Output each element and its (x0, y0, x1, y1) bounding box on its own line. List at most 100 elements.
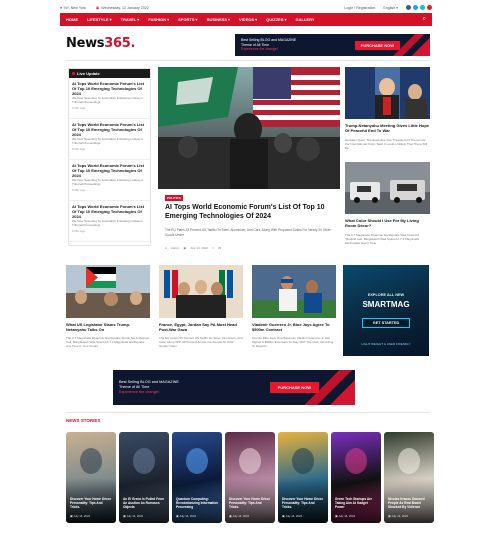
card-excerpt-1: The 3.7 Magnitude Myanmar Earthquake Str… (66, 336, 149, 348)
card-image-1[interactable] (66, 265, 150, 318)
nav-item-label: VIDEOS (239, 17, 255, 22)
nav-item-quizzes[interactable]: QUIZZES ▾ (266, 17, 286, 22)
live-item-excerpt: We Now Spending To Journalism Following … (72, 96, 143, 104)
nav-item-sports[interactable]: SPORTS ▾ (178, 17, 197, 22)
nav-item-home[interactable]: HOME (66, 17, 78, 22)
live-update-header: Live Update (69, 69, 150, 78)
news-story-card[interactable]: Discover Your Home Décor Personality: Ti… (66, 432, 116, 523)
card-title-2[interactable]: France, Egypt, Jordan Say PA Must Head P… (159, 322, 243, 332)
nav-item-travel[interactable]: TRAVEL ▾ (121, 17, 140, 22)
live-item-title[interactable]: AI Tops World Economic Forum's List Of T… (72, 81, 147, 96)
nav-item-business[interactable]: BUSINESS ▾ (207, 17, 230, 22)
live-item-title[interactable]: AI Tops World Economic Forum's List Of T… (72, 122, 147, 137)
right-article-title-1[interactable]: Trump-Netanyahu Meeting Gives Little Hop… (345, 123, 430, 133)
news-story-card[interactable]: Green Tech Startups Are Taking Aim At Ga… (331, 432, 381, 523)
banner-line3: Experience the change! (241, 47, 278, 52)
story-figure (345, 448, 367, 474)
social-icons (406, 5, 432, 10)
story-date: ▣ July 14, 2022 (176, 514, 197, 518)
story-date: ▣ July 14, 2022 (123, 514, 144, 518)
top-ad-banner[interactable]: Best Selling BLOG and MAGAZINE Theme of … (235, 34, 430, 56)
chevron-down-icon: ▾ (195, 17, 198, 22)
story-title[interactable]: Quantum Computing: Revolutionizing Infor… (176, 497, 219, 509)
facebook-icon[interactable] (406, 5, 411, 10)
story-title[interactable]: Discover Your Home Décor Personality: Ti… (229, 497, 272, 509)
youtube-icon[interactable] (427, 5, 432, 10)
search-icon[interactable]: ⌕ (423, 16, 426, 23)
right-article-image-1[interactable] (345, 67, 430, 119)
chevron-down-icon: ▾ (284, 17, 287, 22)
ad-line2: SMARTMAG (362, 300, 410, 309)
card-title-3[interactable]: Vladimir Guerrero Jr, Blue Jays Agree To… (252, 322, 336, 332)
news-stories-heading: NEWS STORIES (66, 418, 101, 423)
live-update-item[interactable]: AI Tops World Economic Forum's List Of T… (69, 119, 150, 160)
news-story-card[interactable]: Discover Your Home Décor Personality: Ti… (278, 432, 328, 523)
news-story-card[interactable]: Nicolas Krauss Stunned People As Real Mo… (384, 432, 434, 523)
nav-item-label: FASHION (148, 17, 167, 22)
story-title[interactable]: Nicolas Krauss Stunned People As Real Mo… (388, 497, 431, 509)
mid-ad-banner[interactable]: Best Selling BLOG and MAGAZINE Theme of … (113, 370, 355, 405)
story-date: ▣ July 14, 2022 (335, 514, 356, 518)
right-article-image-2[interactable] (345, 162, 430, 214)
right-article-excerpt-2: The 3.7 Magnitude Myanmar Earthquake Was… (345, 233, 420, 245)
live-dot-icon (72, 72, 75, 75)
vimeo-icon[interactable] (420, 5, 425, 10)
smartmag-ad[interactable]: EXPLORE ALL NEW SMARTMAG GET STARTED LIG… (343, 265, 429, 356)
language-select[interactable]: English ▾ (383, 6, 398, 10)
story-title[interactable]: Discover Your Home Décor Personality: Ti… (282, 497, 325, 509)
calendar-icon: ▣ (183, 246, 187, 250)
hero-comments[interactable]: 05 (218, 246, 221, 250)
nav-item-fashion[interactable]: FASHION ▾ (148, 17, 169, 22)
nav-item-lifestyle[interactable]: LIFESTYLE ▾ (87, 17, 112, 22)
hero-photo (158, 67, 340, 189)
story-date: ▣ July 14, 2022 (388, 514, 409, 518)
comment-icon: □ (212, 246, 214, 250)
live-item-excerpt: We Now Spending To Journalism Following … (72, 137, 143, 145)
hero-category-tag[interactable]: POLITICS (165, 195, 183, 201)
hero-author[interactable]: Admin (171, 246, 180, 250)
nav-item-gallery[interactable]: GALLERY (296, 17, 315, 22)
nav-item-label: TRAVEL (120, 17, 137, 22)
live-item-title[interactable]: AI Tops World Economic Forum's List Of T… (72, 204, 147, 219)
live-item-title[interactable]: AI Tops World Economic Forum's List Of T… (72, 163, 147, 178)
live-update-item[interactable]: AI Tops World Economic Forum's List Of T… (69, 160, 150, 201)
right-article-excerpt-1: Hamilton Quiet, The Executive Vice Presi… (345, 138, 428, 150)
divider (66, 60, 430, 61)
card-image-2[interactable] (159, 265, 243, 318)
top-bar: ● NY, New York ▣ Wednesday, 12 January 2… (60, 3, 432, 12)
live-update-item[interactable]: AI Tops World Economic Forum's List Of T… (69, 201, 150, 242)
live-update-item[interactable]: AI Tops World Economic Forum's List Of T… (69, 78, 150, 119)
news-story-card[interactable]: Quantum Computing: Revolutionizing Infor… (172, 432, 222, 523)
mid-purchase-button[interactable]: PURCHASE NOW (269, 382, 319, 393)
card-excerpt-3: Toronto Blue Jays First Baseman Vladimir… (252, 336, 334, 348)
right-article-title-2[interactable]: What Color Should I Use For My Living Ro… (345, 218, 430, 228)
story-figure (133, 448, 155, 474)
card-image-3[interactable] (252, 265, 336, 318)
police-street-photo (345, 162, 430, 214)
news-story-card[interactable]: An El Greco Is Pulled From An Auction As… (119, 432, 169, 523)
card-title-1[interactable]: What US Legislator Slams Trump-Netanyahu… (66, 322, 150, 332)
get-started-button[interactable]: GET STARTED (362, 318, 410, 328)
site-logo[interactable]: News365. (66, 36, 135, 51)
card-excerpt-2: The EU Invites 25 Percent US Tariffs On … (159, 336, 243, 348)
location: ● NY, New York (60, 6, 86, 10)
location-icon: ● (60, 5, 63, 10)
story-title[interactable]: Discover Your Home Décor Personality: Ti… (70, 497, 113, 509)
main-nav: HOME LIFESTYLE ▾ TRAVEL ▾ FASHION ▾ SPORTS ▾ BUSI… (60, 13, 432, 26)
story-title[interactable]: Green Tech Startups Are Taking Aim At Ga… (335, 497, 378, 509)
nav-item-videos[interactable]: VIDEOS ▾ (239, 17, 257, 22)
hero-date: July 14, 2022 (190, 246, 209, 250)
hero-title[interactable]: AI Tops World Economic Forum's List Of T… (165, 203, 337, 221)
story-figure (80, 448, 102, 474)
news-story-card[interactable]: Discover Your Home Décor Personality: Ti… (225, 432, 275, 523)
story-title[interactable]: An El Greco Is Pulled From An Auction As… (123, 497, 166, 509)
ad-line3: LIGHT WEIGHT & USER FRIENDLY (361, 342, 411, 346)
purchase-button[interactable]: PURCHASE NOW (354, 40, 400, 50)
login-link[interactable]: Login / Registration (344, 6, 375, 10)
date: ▣ Wednesday, 12 January 2022 (96, 6, 149, 10)
nav-item-label: BUSINESS (206, 17, 228, 22)
nav-item-label: GALLERY (295, 17, 315, 22)
hero-image[interactable] (158, 67, 340, 189)
twitter-icon[interactable] (413, 5, 418, 10)
baseball-photo (252, 265, 336, 318)
